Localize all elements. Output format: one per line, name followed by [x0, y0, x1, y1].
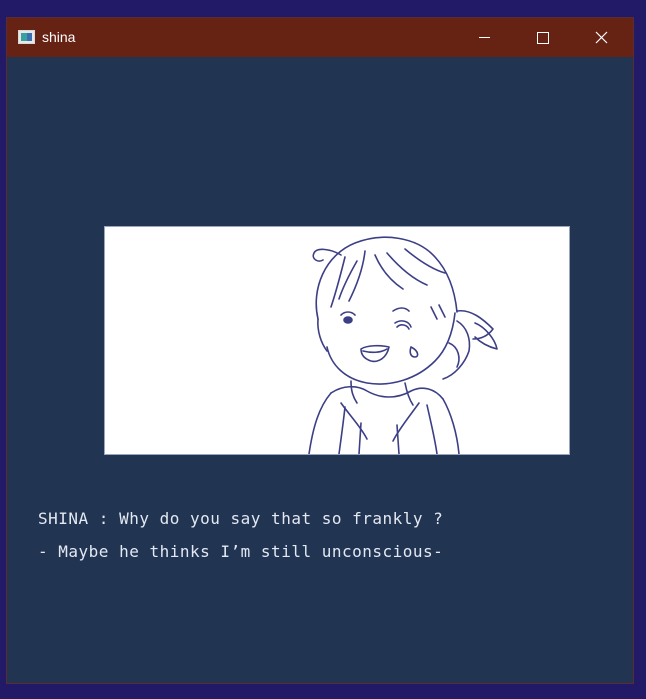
minimize-button[interactable] [456, 18, 514, 57]
window-title: shina [42, 29, 76, 45]
dialogue-line-2: - Maybe he thinks I’m still unconscious- [38, 542, 444, 561]
minimize-icon [479, 37, 490, 38]
close-button[interactable] [573, 18, 631, 57]
app-icon[interactable] [18, 30, 35, 44]
scene-image [105, 227, 569, 454]
close-icon [595, 31, 608, 44]
character-sketch [308, 236, 498, 454]
game-window: shina SHINA: Why do you say that so fra… [7, 18, 633, 683]
maximize-icon [537, 32, 549, 44]
title-bar[interactable]: shina [7, 18, 633, 57]
maximize-button[interactable] [514, 18, 572, 57]
dialogue-line-1: SHINA : Why do you say that so frankly ? [38, 509, 444, 528]
